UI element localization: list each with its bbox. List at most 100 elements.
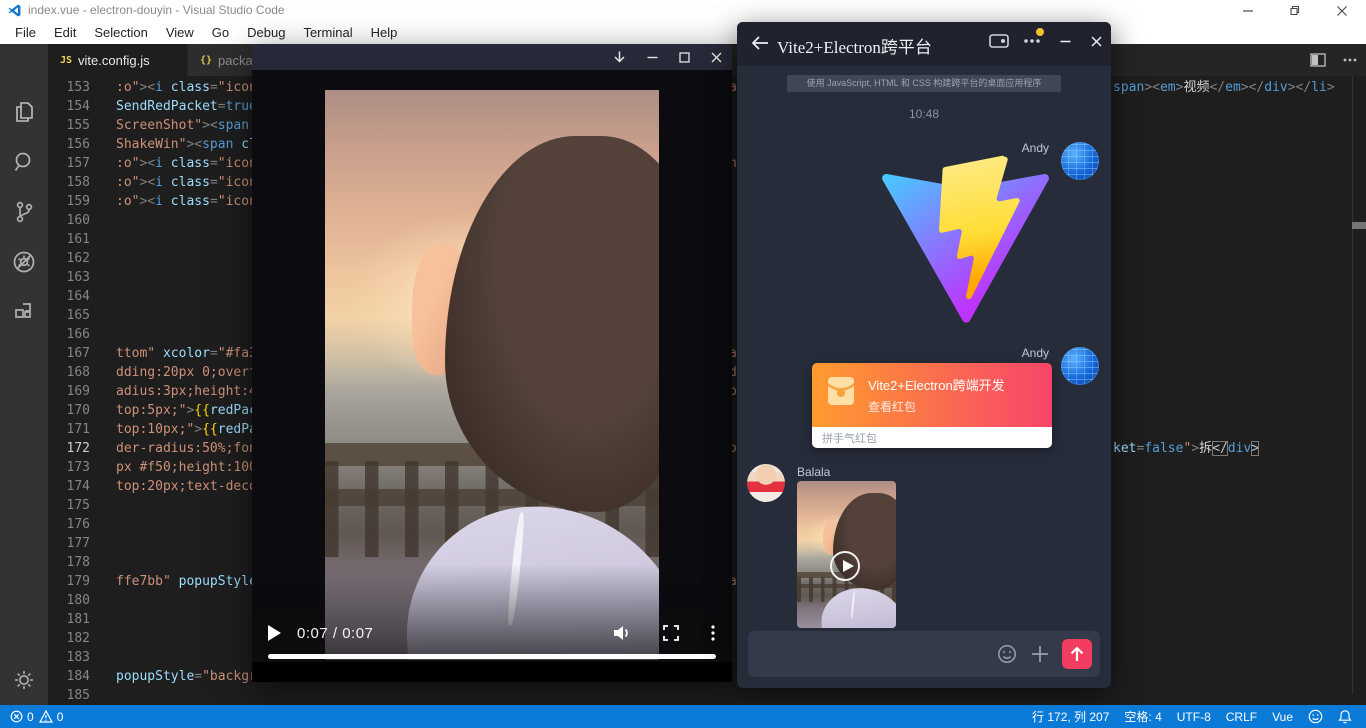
line-number: 184 — [48, 667, 90, 686]
chat-minimize-icon[interactable] — [1054, 30, 1076, 52]
line-number: 179 — [48, 572, 90, 591]
search-icon[interactable] — [0, 142, 48, 182]
video-stage[interactable]: 0:07 / 0:07 — [252, 70, 732, 682]
vite-logo-image[interactable] — [878, 155, 1053, 327]
video-window-minimize-icon[interactable] — [643, 48, 661, 66]
menu-item-selection[interactable]: Selection — [85, 22, 156, 44]
send-button[interactable] — [1062, 639, 1092, 669]
line-number: 154 — [48, 97, 90, 116]
debug-icon[interactable] — [0, 242, 48, 282]
attach-plus-icon[interactable] — [1030, 644, 1050, 664]
video-progress-bar[interactable] — [268, 654, 716, 659]
language-mode[interactable]: Vue — [1272, 710, 1293, 724]
line-number: 173 — [48, 458, 90, 477]
volume-icon[interactable] — [612, 624, 632, 642]
code-line-fragment[interactable]: span><em>视频</em></div></li> — [1113, 78, 1335, 97]
menu-item-terminal[interactable]: Terminal — [294, 22, 361, 44]
cursor-position[interactable]: 行 172, 列 207 — [1032, 708, 1109, 725]
fullscreen-icon[interactable] — [662, 624, 680, 642]
menu-item-go[interactable]: Go — [203, 22, 238, 44]
video-window-close-icon[interactable] — [707, 48, 725, 66]
menu-item-edit[interactable]: Edit — [45, 22, 85, 44]
activity-bar — [0, 44, 48, 705]
red-packet-card[interactable]: Vite2+Electron跨端开发 查看红包 拼手气红包 — [812, 363, 1052, 448]
tab-vite-config[interactable]: JS vite.config.js — [48, 44, 187, 76]
video-window-maximize-icon[interactable] — [675, 48, 693, 66]
split-editor-icon[interactable] — [1310, 52, 1326, 68]
line-number: 170 — [48, 401, 90, 420]
problems-errors[interactable]: 0 — [10, 710, 34, 724]
line-number: 181 — [48, 610, 90, 629]
line-number: 162 — [48, 249, 90, 268]
video-player-window: 0:07 / 0:07 — [252, 44, 732, 682]
sender-name: Balala — [797, 465, 830, 479]
extensions-icon[interactable] — [0, 292, 48, 332]
chat-timestamp: 10:48 — [737, 107, 1111, 121]
download-icon[interactable] — [610, 48, 628, 66]
red-packet-action: 查看红包 — [868, 398, 916, 415]
more-actions-icon[interactable] — [1342, 52, 1358, 68]
video-message-thumbnail[interactable] — [797, 481, 896, 628]
video-window-title-bar — [252, 44, 732, 70]
problems-warnings[interactable]: 0 — [39, 710, 64, 724]
menu-item-view[interactable]: View — [157, 22, 203, 44]
line-number: 158 — [48, 173, 90, 192]
line-number: 169 — [48, 382, 90, 401]
menu-item-debug[interactable]: Debug — [238, 22, 294, 44]
red-packet-icon — [828, 377, 854, 405]
window-minimize-button[interactable] — [1238, 2, 1258, 20]
chat-close-icon[interactable] — [1085, 30, 1107, 52]
line-number: 168 — [48, 363, 90, 382]
back-arrow-icon[interactable] — [749, 32, 771, 54]
indentation[interactable]: 空格: 4 — [1124, 708, 1161, 725]
settings-gear-icon[interactable] — [0, 660, 48, 700]
controls-gradient — [252, 564, 732, 662]
js-file-icon: JS — [60, 55, 72, 66]
menu-item-file[interactable]: File — [6, 22, 45, 44]
window-title: index.vue - electron-douyin - Visual Stu… — [28, 3, 285, 17]
red-packet-title: Vite2+Electron跨端开发 — [868, 375, 1005, 394]
sender-name: Andy — [1022, 141, 1049, 155]
warning-icon — [39, 710, 53, 723]
source-control-icon[interactable] — [0, 192, 48, 232]
avatar[interactable] — [1061, 142, 1099, 180]
error-icon — [10, 710, 23, 723]
play-icon[interactable] — [268, 625, 281, 641]
feedback-smiley-icon[interactable] — [1308, 709, 1323, 724]
line-number: 160 — [48, 211, 90, 230]
red-packet-type: 拼手气红包 — [822, 430, 877, 446]
notifications-bell-icon[interactable] — [1338, 709, 1352, 724]
tab-label: vite.config.js — [78, 53, 150, 68]
menu-bar: FileEditSelectionViewGoDebugTerminalHelp — [0, 22, 1366, 44]
line-number: 161 — [48, 230, 90, 249]
window-restore-button[interactable] — [1284, 2, 1304, 20]
json-file-icon: {} — [200, 55, 212, 66]
notification-dot — [1036, 28, 1044, 36]
line-number: 178 — [48, 553, 90, 572]
screen-share-icon[interactable] — [988, 30, 1010, 52]
code-line-fragment[interactable]: ket=false">拆</div> — [1113, 439, 1259, 458]
avatar[interactable] — [1061, 347, 1099, 385]
line-number: 167 — [48, 344, 90, 363]
chat-header: Vite2+Electron跨平台 — [737, 22, 1111, 66]
encoding[interactable]: UTF-8 — [1177, 710, 1211, 724]
message-input[interactable] — [748, 631, 1100, 677]
line-number: 172 — [48, 439, 90, 458]
code-line[interactable]: 185 — [48, 686, 1366, 705]
emoji-icon[interactable] — [997, 644, 1017, 664]
more-options-icon[interactable] — [710, 624, 716, 642]
chat-window: Vite2+Electron跨平台 使用 JavaScript, HTML 和 … — [737, 22, 1111, 688]
menu-item-help[interactable]: Help — [362, 22, 407, 44]
screen: index.vue - electron-douyin - Visual Stu… — [0, 0, 1366, 728]
eol-sequence[interactable]: CRLF — [1226, 710, 1257, 724]
line-number: 182 — [48, 629, 90, 648]
play-button-icon[interactable] — [830, 551, 860, 581]
red-packet-footer: 拼手气红包 — [812, 427, 1052, 448]
chat-title: Vite2+Electron跨平台 — [777, 33, 932, 58]
avatar[interactable] — [747, 464, 785, 502]
vscode-title-bar: index.vue - electron-douyin - Visual Stu… — [0, 0, 1366, 22]
video-letterbox — [252, 662, 732, 682]
line-number: 175 — [48, 496, 90, 515]
window-close-button[interactable] — [1332, 2, 1352, 20]
explorer-icon[interactable] — [0, 92, 48, 132]
